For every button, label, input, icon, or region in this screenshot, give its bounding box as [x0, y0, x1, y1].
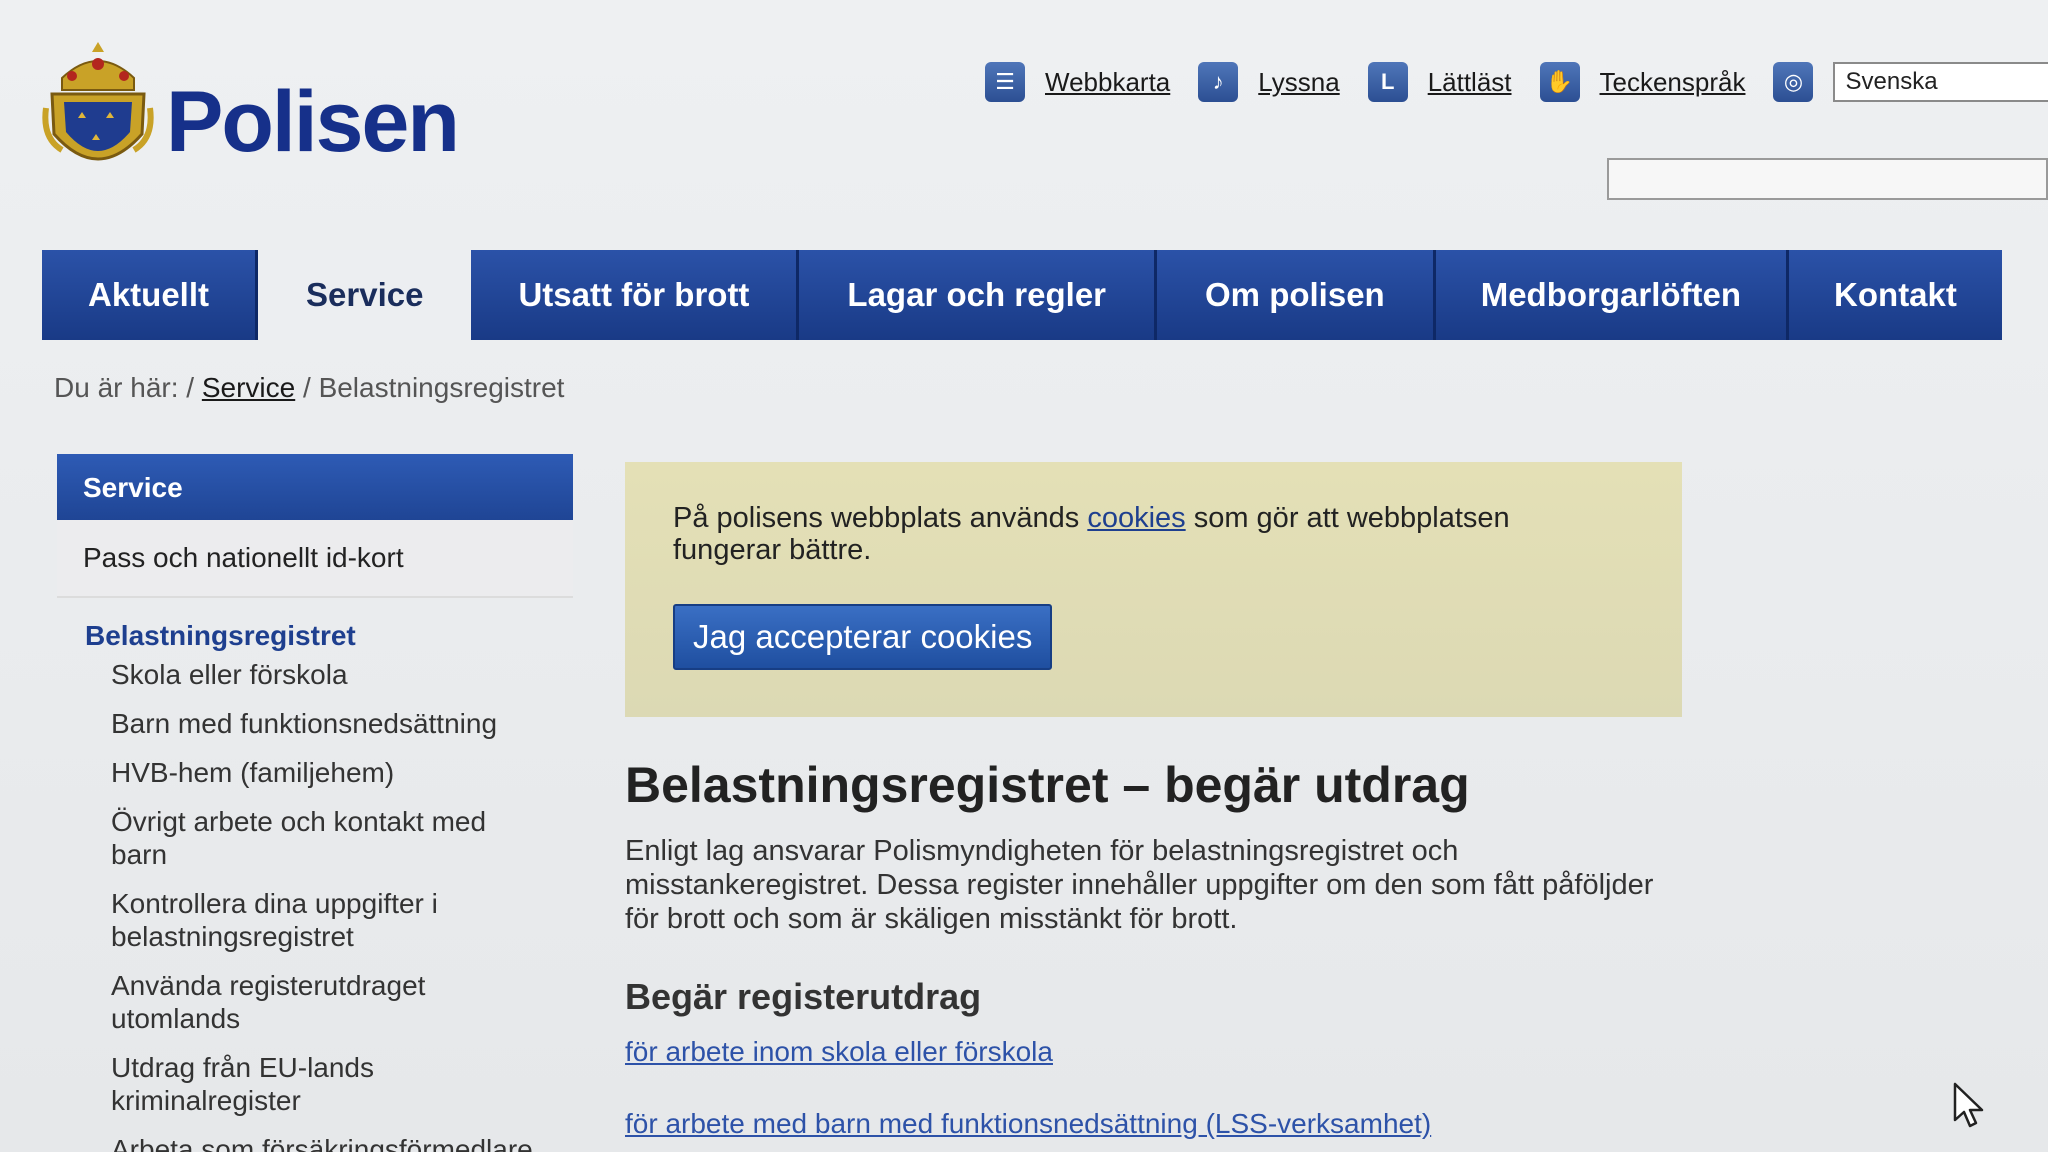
nav-medborgarloften[interactable]: Medborgarlöften: [1435, 250, 1790, 340]
sidebar: Service Pass och nationellt id-kort Bela…: [57, 454, 573, 1152]
easy-read-icon: L: [1367, 62, 1408, 102]
sidebar-header[interactable]: Service: [57, 454, 573, 520]
sidebar-subnav: Skola eller förskola Barn med funktionsn…: [57, 658, 573, 1152]
tool-lattlast[interactable]: L Lättläst: [1367, 62, 1512, 102]
sidebar-subitem-skola[interactable]: Skola eller förskola: [111, 658, 541, 691]
sidebar-subitem-hvb[interactable]: HVB-hem (familjehem): [111, 756, 541, 789]
sidebar-subitem-barn[interactable]: Barn med funktionsnedsättning: [111, 707, 541, 740]
search-input[interactable]: [1607, 158, 2048, 200]
sitemap-icon: ☰: [985, 62, 1025, 102]
webbkarta-link[interactable]: Webbkarta: [1045, 67, 1170, 98]
page-title: Belastningsregistret – begär utdrag: [625, 757, 1470, 813]
lyssna-link[interactable]: Lyssna: [1258, 67, 1339, 98]
cookie-banner: På polisens webbplats används cookies so…: [625, 462, 1682, 717]
logo-text: Polisen: [166, 73, 460, 170]
tool-webbkarta[interactable]: ☰ Webbkarta: [985, 62, 1170, 102]
sidebar-item-pass[interactable]: Pass och nationellt id-kort: [57, 520, 573, 598]
nav-service[interactable]: Service: [258, 250, 472, 340]
language-value: Svenska: [1845, 68, 1938, 95]
nav-utsatt-label: Utsatt för brott: [518, 276, 750, 313]
nav-kontakt[interactable]: Kontakt: [1789, 250, 2002, 340]
link-lss-verksamhet[interactable]: för arbete med barn med funktionsnedsätt…: [625, 1108, 1431, 1140]
section-heading: Begär registerutdrag: [625, 976, 982, 1017]
teckensprak-link[interactable]: Teckenspråk: [1600, 67, 1746, 98]
cookies-link[interactable]: cookies: [1087, 502, 1185, 534]
sidebar-subitem-utomlands[interactable]: Använda registerutdraget utomlands: [111, 969, 541, 1035]
nav-medborgar-label: Medborgarlöften: [1480, 276, 1742, 313]
sign-language-icon: ✋: [1539, 62, 1580, 102]
nav-aktuellt[interactable]: Aktuellt: [42, 250, 259, 340]
police-crest-icon: [42, 42, 154, 161]
breadcrumb-service-link[interactable]: Service: [202, 372, 295, 403]
accept-cookies-button[interactable]: Jag accepterar cookies: [673, 604, 1053, 670]
nav-utsatt-for-brott[interactable]: Utsatt för brott: [471, 250, 800, 340]
sidebar-item-belastningsregistret[interactable]: Belastningsregistret: [57, 598, 573, 658]
sidebar-subitem-ovrigt[interactable]: Övrigt arbete och kontakt med barn: [111, 805, 541, 871]
lattlast-link[interactable]: Lättläst: [1428, 67, 1512, 98]
sidebar-subitem-kontrollera[interactable]: Kontrollera dina uppgifter i belastnings…: [111, 887, 541, 953]
nav-lagar-och-regler[interactable]: Lagar och regler: [799, 250, 1158, 340]
language-select[interactable]: Svenska: [1833, 62, 2048, 102]
mouse-cursor-icon: [1953, 1082, 1984, 1128]
breadcrumb: Du är här: / Service / Belastningsregist…: [54, 372, 564, 404]
page: Polisen ☰ Webbkarta ♪ Lyssna L Lättläst …: [0, 0, 2048, 1152]
cookie-text: På polisens webbplats används cookies so…: [673, 502, 1573, 566]
listen-icon: ♪: [1198, 62, 1239, 102]
globe-icon: ◎: [1773, 62, 1814, 102]
language-picker[interactable]: ◎ Svenska: [1773, 62, 2048, 102]
nav-om-polisen-label: Om polisen: [1205, 276, 1385, 313]
link-skola-forskola[interactable]: för arbete inom skola eller förskola: [625, 1036, 1053, 1068]
sidebar-subitem-eu[interactable]: Utdrag från EU-lands kriminalregister: [111, 1051, 541, 1117]
main-nav: Aktuellt Service Utsatt för brott Lagar …: [42, 250, 2002, 340]
breadcrumb-current: Belastningsregistret: [318, 372, 565, 403]
cookie-text-before: På polisens webbplats används: [673, 502, 1088, 534]
nav-kontakt-label: Kontakt: [1834, 276, 1957, 313]
sidebar-subitem-forsakring[interactable]: Arbeta som försäkringsförmedlare: [111, 1133, 541, 1152]
tool-teckensprak[interactable]: ✋ Teckenspråk: [1539, 62, 1746, 102]
nav-aktuellt-label: Aktuellt: [88, 276, 210, 313]
intro-text: Enligt lag ansvarar Polismyndigheten för…: [625, 835, 1654, 935]
breadcrumb-separator: /: [295, 372, 319, 403]
utility-toolbar: ☰ Webbkarta ♪ Lyssna L Lättläst ✋ Tecken…: [985, 62, 2048, 102]
nav-lagar-label: Lagar och regler: [847, 276, 1107, 313]
breadcrumb-prefix: Du är här: /: [54, 372, 195, 403]
nav-om-polisen[interactable]: Om polisen: [1157, 250, 1436, 340]
polisen-logo[interactable]: Polisen: [42, 38, 460, 184]
nav-service-label: Service: [306, 276, 424, 313]
tool-lyssna[interactable]: ♪ Lyssna: [1198, 62, 1340, 102]
